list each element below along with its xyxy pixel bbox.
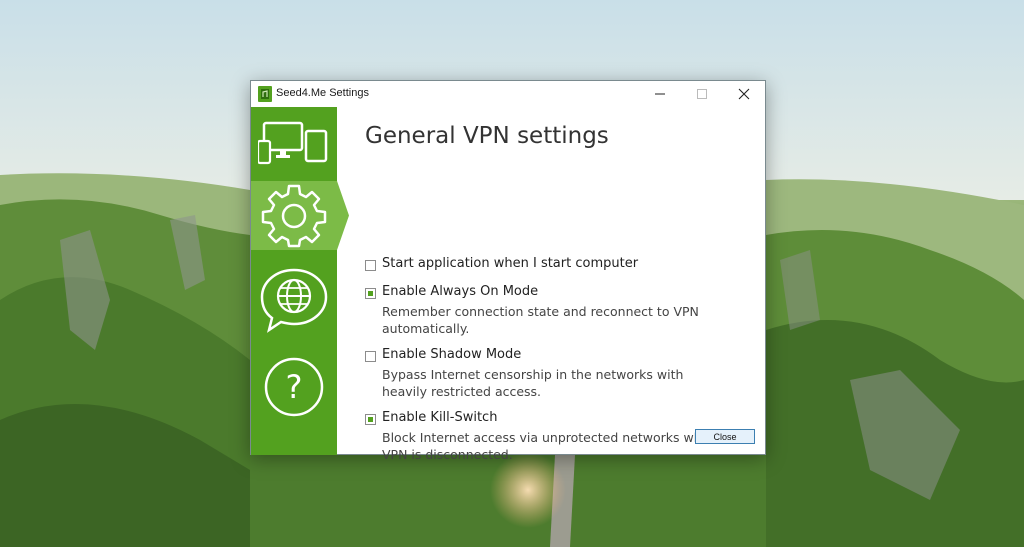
option-label: Enable Always On Mode [382, 284, 539, 299]
minimize-icon [655, 93, 665, 95]
option-description: Remember connection state and reconnect … [382, 304, 699, 336]
close-icon [738, 88, 750, 100]
sidebar-item-devices[interactable] [251, 107, 337, 181]
sidebar-item-help[interactable]: ? [251, 347, 337, 427]
start-with-computer-checkbox[interactable] [365, 260, 376, 271]
option-description: Block Internet access via unprotected ne… [382, 430, 718, 462]
shadow-mode-checkbox[interactable] [365, 351, 376, 362]
option-label: Enable Kill-Switch [382, 410, 498, 425]
maximize-button[interactable] [681, 81, 723, 107]
help-icon: ? [264, 357, 324, 417]
kill-switch-checkbox[interactable] [365, 414, 376, 425]
page-title: General VPN settings [365, 123, 609, 149]
option-label: Enable Shadow Mode [382, 347, 522, 362]
maximize-icon [697, 89, 707, 99]
sidebar-item-network[interactable] [251, 260, 337, 339]
settings-window: Seed4.Me Settings ? General VPN settings… [250, 80, 766, 462]
option-label: Start application when I start computer [382, 256, 639, 271]
option-description: Bypass Internet censorship in the networ… [382, 367, 684, 399]
svg-text:?: ? [286, 368, 303, 406]
minimize-button[interactable] [639, 81, 681, 107]
title-bar[interactable]: Seed4.Me Settings [251, 81, 765, 107]
settings-content: General VPN settings Start application w… [337, 107, 765, 462]
seed4me-logo-icon [258, 86, 272, 102]
close-window-button[interactable] [723, 81, 765, 107]
window-title: Seed4.Me Settings [276, 87, 369, 99]
gear-icon [261, 184, 327, 247]
globe-chat-icon [260, 268, 328, 333]
devices-icon [258, 121, 328, 165]
sidebar-item-settings[interactable] [251, 181, 337, 250]
close-button[interactable]: Close [695, 429, 755, 444]
sidebar: ? [251, 107, 349, 455]
always-on-checkbox[interactable] [365, 288, 376, 299]
